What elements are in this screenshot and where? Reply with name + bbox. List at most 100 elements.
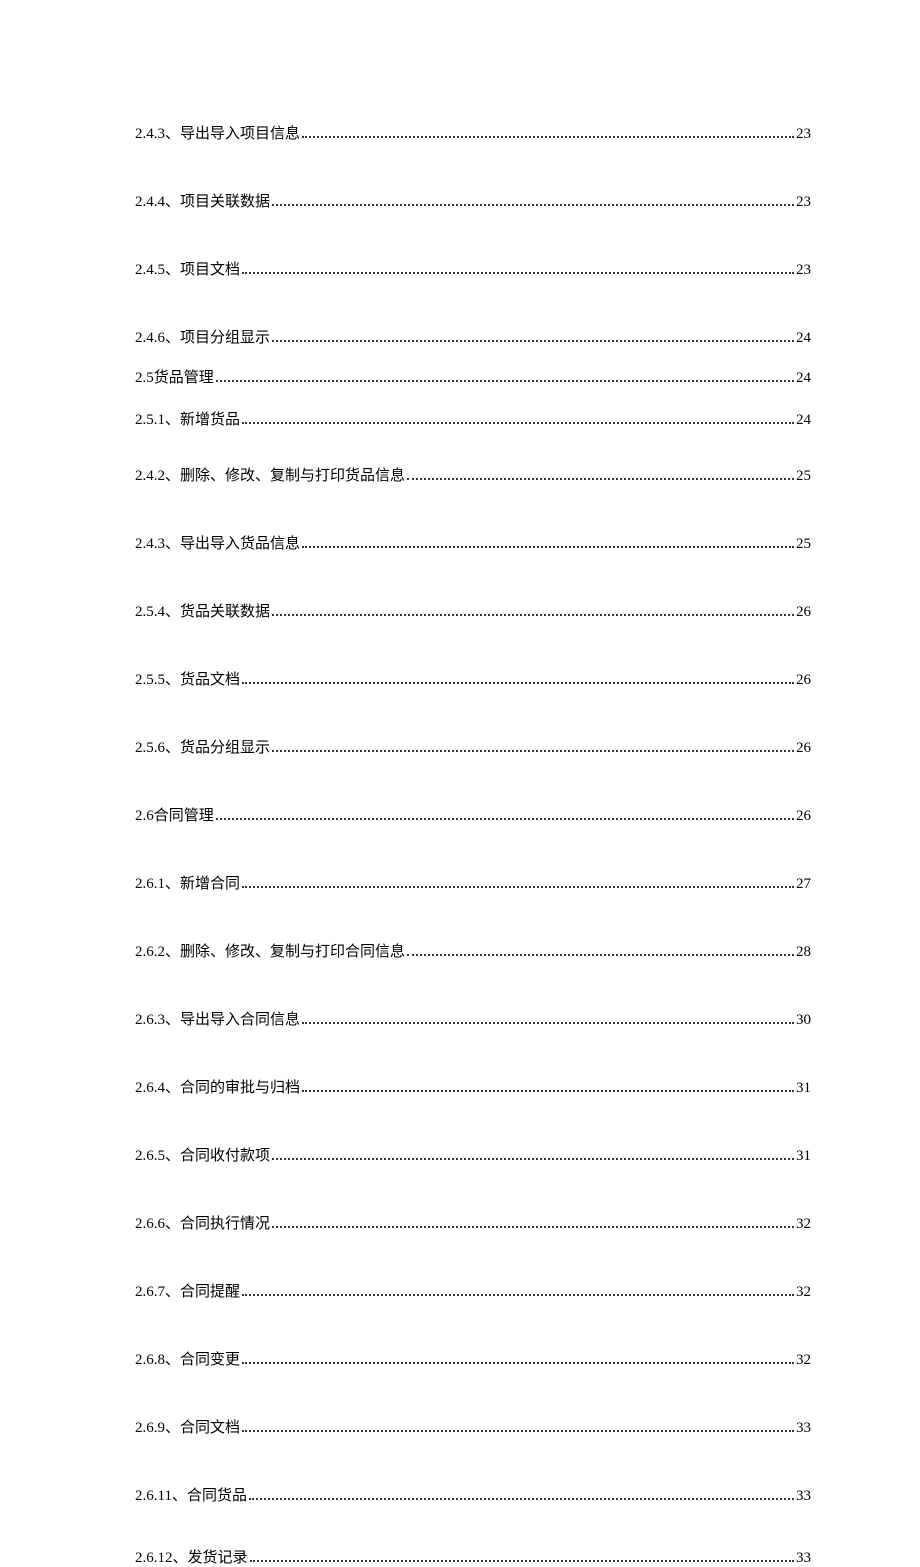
toc-title: 删除、修改、复制与打印合同信息 xyxy=(180,943,405,961)
toc-title: 项目关联数据 xyxy=(180,193,270,211)
toc-leader-dots xyxy=(407,470,794,481)
toc-page-number: 32 xyxy=(796,1215,811,1233)
toc-entry: 2.4.5、项目文档23 xyxy=(135,261,811,279)
toc-entry: 2.5 货品管理 24 xyxy=(135,369,811,387)
toc-title: 合同执行情况 xyxy=(180,1215,270,1233)
toc-separator: 、 xyxy=(165,411,180,429)
toc-leader-dots xyxy=(216,810,794,821)
toc-page-number: 25 xyxy=(796,535,811,553)
toc-leader-dots xyxy=(272,332,794,343)
toc-entry: 2.6.8、合同变更 32 xyxy=(135,1351,811,1369)
toc-title: 新增货品 xyxy=(180,411,240,429)
toc-separator: 、 xyxy=(165,261,180,279)
toc-number: 2.4.5 xyxy=(135,261,165,279)
toc-number: 2.5 xyxy=(135,369,154,387)
toc-title: 合同的审批与归档 xyxy=(180,1079,300,1097)
toc-title: 合同提醒 xyxy=(180,1283,240,1301)
toc-separator: 、 xyxy=(165,125,180,143)
toc-title: 导出导入货品信息 xyxy=(180,535,300,553)
toc-separator: 、 xyxy=(165,1283,180,1301)
toc-leader-dots xyxy=(242,264,794,275)
toc-page-number: 25 xyxy=(796,467,811,485)
toc-title: 货品管理 xyxy=(154,369,214,387)
toc-number: 2.6.5 xyxy=(135,1147,165,1165)
toc-entry: 2.6.5、合同收付款项31 xyxy=(135,1147,811,1165)
toc-leader-dots xyxy=(302,128,794,139)
toc-entry: 2.4.6、项目分组显示24 xyxy=(135,329,811,347)
toc-entry: 2.4.4、项目关联数据 23 xyxy=(135,193,811,211)
toc-page-number: 23 xyxy=(796,193,811,211)
toc-number: 2.6.12 xyxy=(135,1549,173,1567)
toc-page-number: 26 xyxy=(796,807,811,825)
toc-number: 2.6.7 xyxy=(135,1283,165,1301)
toc-separator: 、 xyxy=(173,1549,188,1567)
toc-title: 合同文档 xyxy=(180,1419,240,1437)
toc-separator: 、 xyxy=(165,875,180,893)
toc-leader-dots xyxy=(272,196,794,207)
toc-title: 货品分组显示 xyxy=(180,739,270,757)
toc-title: 货品关联数据 xyxy=(180,603,270,621)
toc-number: 2.5.5 xyxy=(135,671,165,689)
toc-title: 合同货品 xyxy=(187,1487,247,1505)
toc-title: 项目分组显示 xyxy=(180,329,270,347)
toc-leader-dots xyxy=(242,878,794,889)
toc-number: 2.4.2 xyxy=(135,467,165,485)
toc-leader-dots xyxy=(272,1218,794,1229)
toc-page-number: 26 xyxy=(796,739,811,757)
toc-leader-dots xyxy=(216,372,794,383)
toc-number: 2.4.4 xyxy=(135,193,165,211)
toc-number: 2.5.1 xyxy=(135,411,165,429)
toc-separator: 、 xyxy=(165,329,180,347)
toc-number: 2.4.3 xyxy=(135,125,165,143)
toc-page-number: 33 xyxy=(796,1549,811,1567)
toc-number: 2.6.9 xyxy=(135,1419,165,1437)
toc-number: 2.6.4 xyxy=(135,1079,165,1097)
toc-number: 2.6.6 xyxy=(135,1215,165,1233)
toc-separator: 、 xyxy=(165,1351,180,1369)
toc-leader-dots xyxy=(272,742,794,753)
toc-separator: 、 xyxy=(165,739,180,757)
toc-leader-dots xyxy=(302,1014,794,1025)
toc-title: 合同变更 xyxy=(180,1351,240,1369)
toc-page-number: 24 xyxy=(796,369,811,387)
toc-page-number: 23 xyxy=(796,125,811,143)
toc-page-number: 32 xyxy=(796,1283,811,1301)
toc-container: 2.4.3、导出导入项目信息232.4.4、项目关联数据232.4.5、项目文档… xyxy=(135,125,811,1567)
toc-entry: 2.6.1、新增合同27 xyxy=(135,875,811,893)
toc-number: 2.6 xyxy=(135,807,154,825)
toc-page-number: 32 xyxy=(796,1351,811,1369)
toc-separator: 、 xyxy=(165,671,180,689)
toc-entry: 2.4.3、导出导入项目信息23 xyxy=(135,125,811,143)
toc-entry: 2.6.9、合同文档 33 xyxy=(135,1419,811,1437)
toc-leader-dots xyxy=(242,1354,794,1365)
toc-entry: 2.6.11、合同货品 33 xyxy=(135,1487,811,1505)
toc-number: 2.5.6 xyxy=(135,739,165,757)
toc-separator: 、 xyxy=(165,1419,180,1437)
toc-number: 2.4.6 xyxy=(135,329,165,347)
toc-page-number: 33 xyxy=(796,1419,811,1437)
toc-leader-dots xyxy=(242,1422,794,1433)
toc-leader-dots xyxy=(302,1082,794,1093)
toc-number: 2.5.4 xyxy=(135,603,165,621)
toc-leader-dots xyxy=(407,946,794,957)
toc-separator: 、 xyxy=(165,1011,180,1029)
toc-separator: 、 xyxy=(165,1215,180,1233)
toc-number: 2.4.3 xyxy=(135,535,165,553)
toc-entry: 2.6.7、合同提醒 32 xyxy=(135,1283,811,1301)
toc-entry: 2.6.12、发货记录 33 xyxy=(135,1549,811,1567)
toc-separator: 、 xyxy=(165,193,180,211)
toc-leader-dots xyxy=(272,606,794,617)
toc-number: 2.6.8 xyxy=(135,1351,165,1369)
toc-title: 新增合同 xyxy=(180,875,240,893)
toc-page-number: 30 xyxy=(796,1011,811,1029)
toc-entry: 2.4.2、删除、修改、复制与打印货品信息25 xyxy=(135,467,811,485)
toc-separator: 、 xyxy=(165,603,180,621)
toc-separator: 、 xyxy=(165,467,180,485)
toc-title: 货品文档 xyxy=(180,671,240,689)
toc-leader-dots xyxy=(242,674,794,685)
toc-separator: 、 xyxy=(172,1487,187,1505)
toc-leader-dots xyxy=(302,538,794,549)
toc-entry: 2.5.1、新增货品24 xyxy=(135,411,811,429)
toc-leader-dots xyxy=(250,1552,794,1563)
toc-entry: 2.6.2、删除、修改、复制与打印合同信息28 xyxy=(135,943,811,961)
